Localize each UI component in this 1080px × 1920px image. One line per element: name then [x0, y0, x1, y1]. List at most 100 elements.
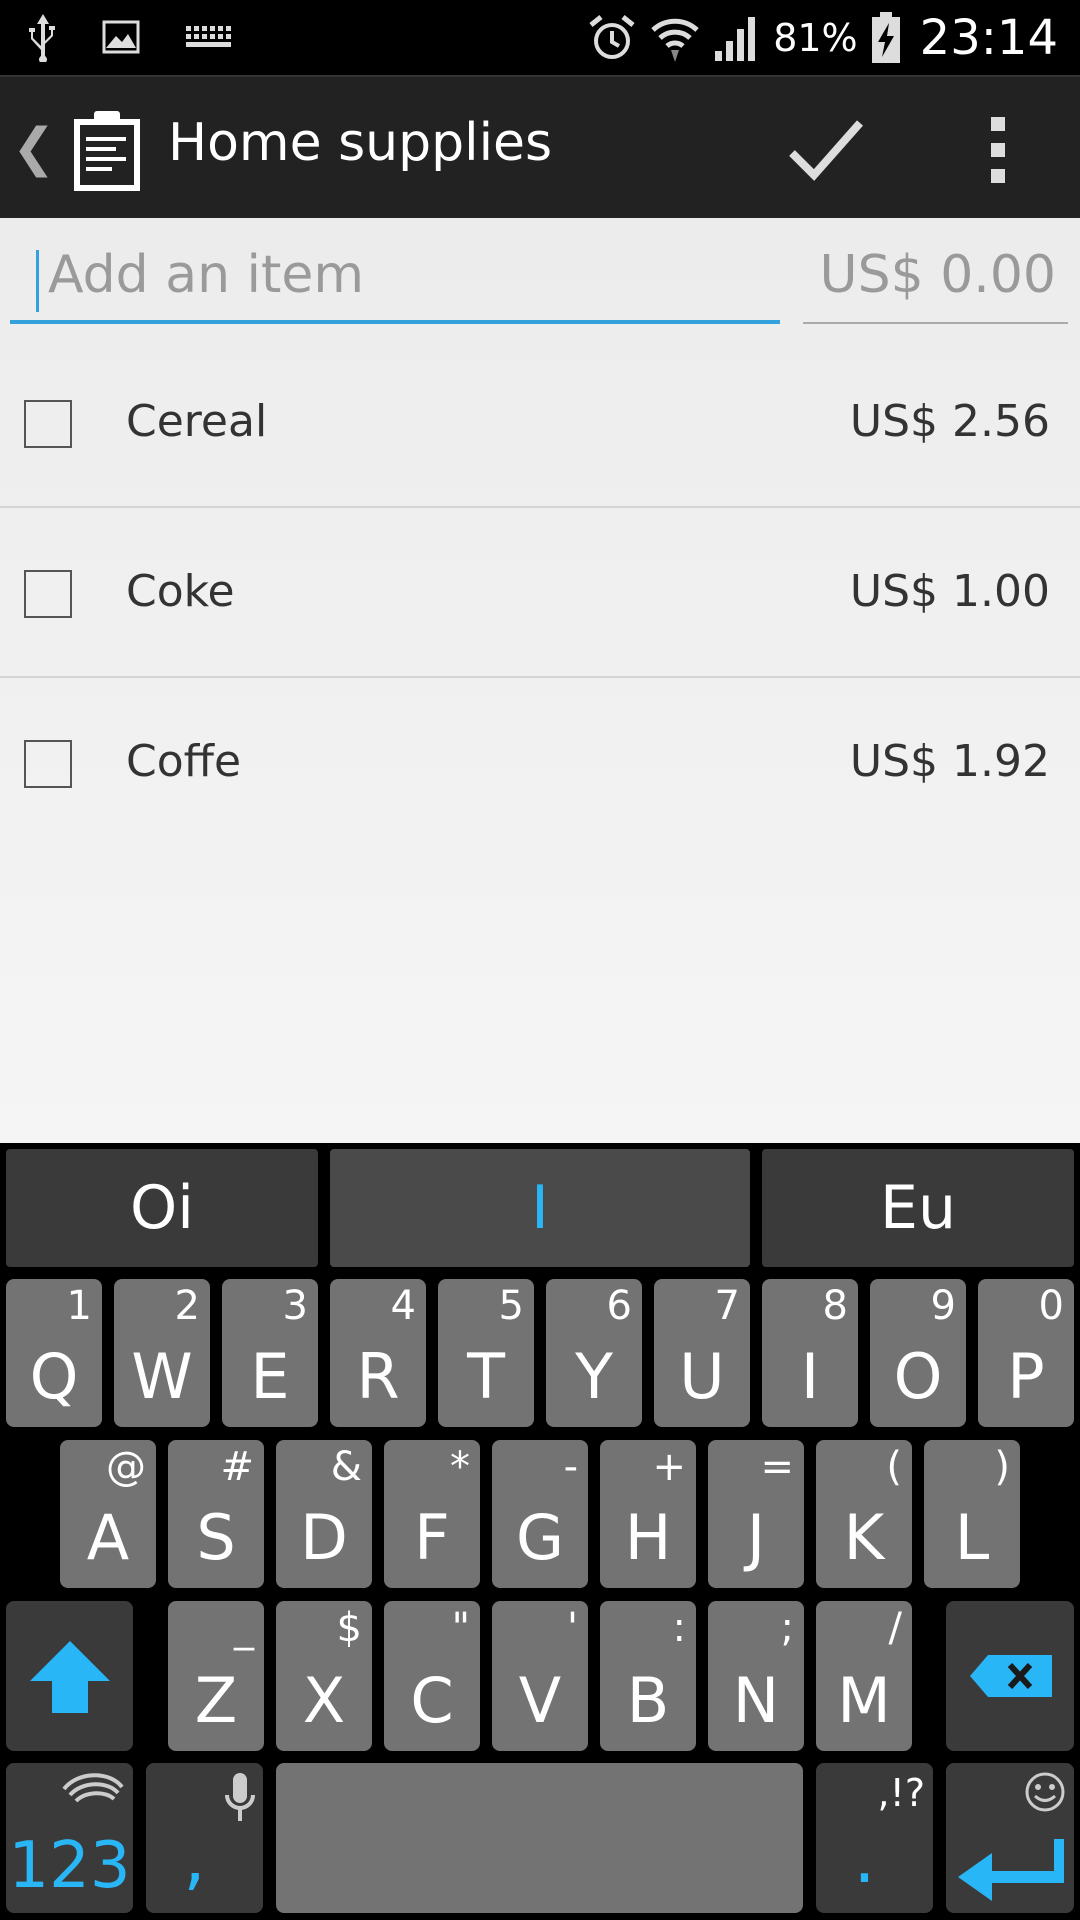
- key-z[interactable]: _ Z: [168, 1601, 264, 1751]
- key-alt-label: /: [888, 1605, 902, 1651]
- item-checkbox[interactable]: [24, 740, 72, 788]
- backspace-key[interactable]: [946, 1601, 1074, 1751]
- shift-icon: [30, 1641, 110, 1713]
- add-item-input[interactable]: Add an item: [10, 238, 780, 324]
- key-label: O: [893, 1340, 943, 1413]
- enter-icon: [958, 1839, 1064, 1901]
- key-w[interactable]: 2W: [114, 1279, 210, 1427]
- key-x[interactable]: $ X: [276, 1601, 372, 1751]
- status-bar: 81% 23:14: [0, 0, 1080, 75]
- alarm-icon: [589, 15, 635, 59]
- key-u[interactable]: 7U: [654, 1279, 750, 1427]
- comma-key[interactable]: ,: [146, 1763, 263, 1913]
- item-name: Cereal: [126, 396, 268, 447]
- key-a[interactable]: @ A: [60, 1440, 156, 1588]
- key-d[interactable]: & D: [276, 1440, 372, 1588]
- item-checkbox[interactable]: [24, 570, 72, 618]
- text-caret: [36, 250, 39, 312]
- key-label: H: [624, 1501, 672, 1574]
- clipboard-icon[interactable]: [72, 109, 142, 193]
- key-label: E: [250, 1340, 290, 1413]
- key-o[interactable]: 9O: [870, 1279, 966, 1427]
- key-g[interactable]: -G: [492, 1440, 588, 1588]
- symbols-label: 123: [8, 1829, 131, 1903]
- key-f[interactable]: * F: [384, 1440, 480, 1588]
- punctuation-alt: ,!?: [877, 1771, 925, 1815]
- key-i[interactable]: 8I: [762, 1279, 858, 1427]
- list-item[interactable]: Cereal US$ 2.56: [0, 338, 1080, 508]
- price-input[interactable]: US$ 0.00: [803, 238, 1068, 324]
- period-key[interactable]: ,!? .: [816, 1763, 933, 1913]
- key-label: K: [843, 1501, 885, 1574]
- key-alt-label: $: [336, 1605, 362, 1651]
- key-label: P: [1007, 1340, 1045, 1413]
- key-label: X: [302, 1664, 346, 1737]
- key-j[interactable]: = J: [708, 1440, 804, 1588]
- key-l[interactable]: ) L: [924, 1440, 1020, 1588]
- key-m[interactable]: / M: [816, 1601, 912, 1751]
- list-item[interactable]: Coke US$ 1.00: [0, 508, 1080, 678]
- symbols-key[interactable]: 123: [6, 1763, 133, 1913]
- signal-icon: [715, 17, 756, 61]
- item-price: US$ 1.92: [849, 736, 1050, 787]
- key-alt-label: 8: [822, 1283, 848, 1329]
- image-icon: [102, 20, 140, 54]
- main-content: Add an item US$ 0.00 Cereal US$ 2.56 Cok…: [0, 218, 1080, 1143]
- key-label: A: [86, 1501, 130, 1574]
- key-alt-label: 4: [390, 1283, 416, 1329]
- key-e[interactable]: 3E: [222, 1279, 318, 1427]
- key-label: W: [131, 1340, 193, 1413]
- wifi-icon: [651, 18, 699, 62]
- key-p[interactable]: 0P: [978, 1279, 1074, 1427]
- list-item[interactable]: Coffe US$ 1.92: [0, 678, 1080, 848]
- key-y[interactable]: 6Y: [546, 1279, 642, 1427]
- usb-icon: [29, 14, 55, 62]
- back-chevron-icon[interactable]: ❮: [12, 117, 56, 178]
- key-t[interactable]: 5T: [438, 1279, 534, 1427]
- key-b[interactable]: :B: [600, 1601, 696, 1751]
- key-alt-label: (: [886, 1444, 902, 1490]
- add-item-placeholder: Add an item: [48, 245, 365, 305]
- key-s[interactable]: # S: [168, 1440, 264, 1588]
- checkmark-icon[interactable]: [786, 115, 866, 185]
- key-alt-label: ;: [780, 1605, 794, 1651]
- suggestion-center[interactable]: I: [330, 1149, 750, 1267]
- battery-charging-icon: [871, 12, 900, 63]
- suggestion-right[interactable]: Eu: [762, 1149, 1074, 1267]
- emoji-icon: [1025, 1772, 1065, 1812]
- key-alt-label: 0: [1038, 1283, 1064, 1329]
- key-label: T: [467, 1340, 505, 1413]
- swiftkey-logo-icon: [62, 1773, 124, 1803]
- key-label: S: [196, 1501, 236, 1574]
- key-v[interactable]: ' V: [492, 1601, 588, 1751]
- key-label: U: [679, 1340, 725, 1413]
- key-r[interactable]: 4R: [330, 1279, 426, 1427]
- key-label: R: [356, 1340, 400, 1413]
- item-checkbox[interactable]: [24, 400, 72, 448]
- overflow-menu-icon[interactable]: [978, 117, 1018, 183]
- space-key[interactable]: [276, 1763, 803, 1913]
- comma-label: ,: [183, 1817, 206, 1899]
- add-item-row: Add an item US$ 0.00: [0, 218, 1080, 328]
- key-k[interactable]: (K: [816, 1440, 912, 1588]
- key-q[interactable]: 1Q: [6, 1279, 102, 1427]
- key-alt-label: *: [450, 1444, 470, 1490]
- key-alt-label: 5: [498, 1283, 524, 1329]
- key-h[interactable]: + H: [600, 1440, 696, 1588]
- item-name: Coke: [126, 566, 235, 617]
- key-label: L: [954, 1501, 990, 1574]
- key-label: F: [414, 1501, 450, 1574]
- key-alt-label: ": [451, 1605, 470, 1651]
- suggestion-left[interactable]: Oi: [6, 1149, 318, 1267]
- clock: 23:14: [919, 10, 1058, 66]
- item-price: US$ 2.56: [849, 396, 1050, 447]
- key-n[interactable]: ; N: [708, 1601, 804, 1751]
- key-alt-label: ): [994, 1444, 1010, 1490]
- period-label: .: [853, 1817, 876, 1899]
- key-c[interactable]: " C: [384, 1601, 480, 1751]
- key-alt-label: :: [672, 1605, 686, 1651]
- key-alt-label: -: [563, 1444, 578, 1490]
- key-alt-label: @: [106, 1444, 146, 1490]
- shift-key[interactable]: [6, 1601, 133, 1751]
- enter-key[interactable]: [946, 1763, 1074, 1913]
